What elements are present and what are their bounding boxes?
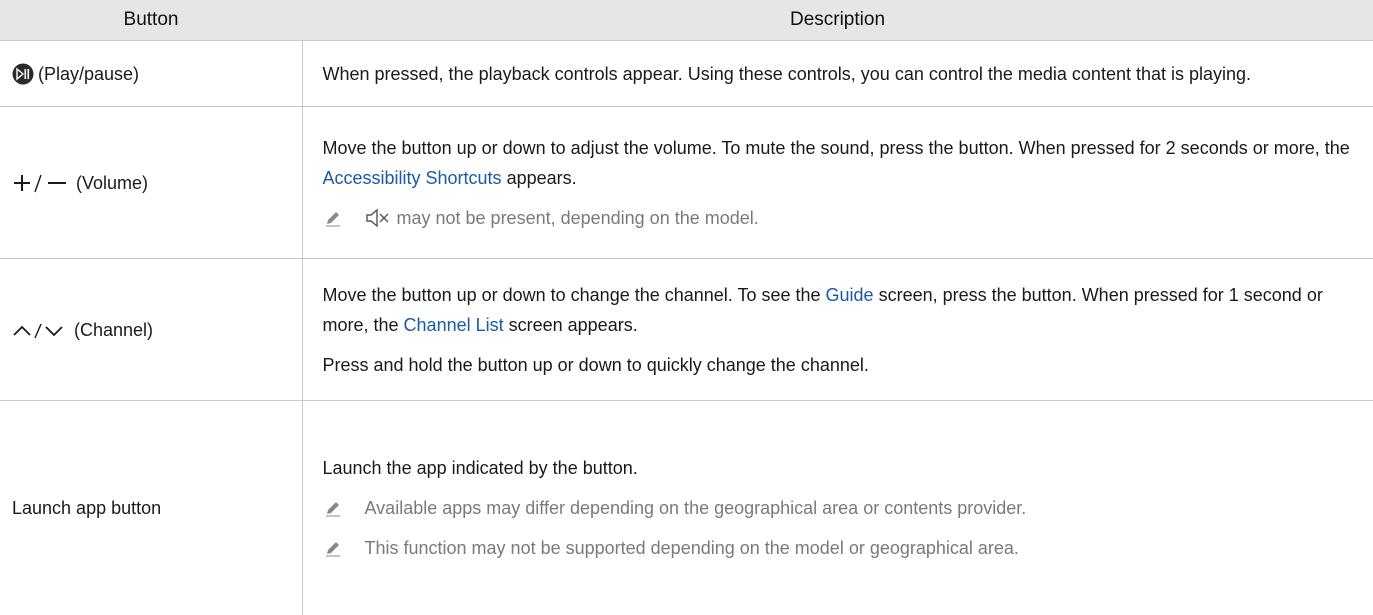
note: may not be present, depending on the mod… <box>323 203 1358 233</box>
pencil-note-icon <box>325 211 340 226</box>
description-text: Launch the app indicated by the button. <box>322 457 638 478</box>
description-cell: Move the button up or down to change the… <box>301 258 1373 401</box>
description-cell: Move the button up or down to adjust the… <box>301 106 1373 259</box>
table-header-row: Button Description <box>0 0 1373 41</box>
button-name: (Play/pause) <box>38 63 140 84</box>
channel-list-link[interactable]: Channel List <box>404 315 504 335</box>
button-name: Launch app button <box>12 497 162 518</box>
text-segment: screen appears. <box>503 314 638 335</box>
header-description: Description <box>302 0 1373 41</box>
plus-minus-icon <box>14 174 66 192</box>
button-cell: Launch app button <box>0 400 302 615</box>
pencil-note-icon <box>325 541 340 557</box>
pencil-note-icon <box>325 501 340 517</box>
button-cell: (Channel) <box>0 258 302 401</box>
description-text: Press and hold the button up or down to … <box>322 354 869 375</box>
note: Available apps may differ depending on t… <box>323 493 1358 523</box>
description-text: Move the button up or down to change the… <box>323 280 1358 340</box>
guide-link[interactable]: Guide <box>826 285 874 305</box>
up-down-chevron-icon <box>13 323 63 338</box>
mute-speaker-icon <box>365 208 388 227</box>
button-cell: (Play/pause) <box>0 40 302 107</box>
table-row: (Channel) Move the button up or down to … <box>0 258 1373 401</box>
table-row: (Play/pause) When pressed, the playback … <box>0 40 1373 107</box>
button-name: (Channel) <box>74 319 154 340</box>
note-text: Available apps may differ depending on t… <box>364 497 1027 518</box>
table-row: Launch app button Launch the app indicat… <box>0 400 1373 615</box>
text-segment: Move the button up or down to adjust the… <box>322 137 1350 158</box>
button-name: (Volume) <box>76 172 149 193</box>
text-segment: Move the button up or down to change the… <box>322 284 826 305</box>
button-description-table: Button Description (Play/pause) When pre… <box>0 0 1373 615</box>
accessibility-shortcuts-link[interactable]: Accessibility Shortcuts <box>323 168 502 188</box>
header-button: Button <box>0 0 302 41</box>
play-pause-icon <box>12 63 34 84</box>
description-cell: Launch the app indicated by the button. … <box>301 400 1373 615</box>
note-text: This function may not be supported depen… <box>364 537 1019 558</box>
description-text: Move the button up or down to adjust the… <box>323 133 1358 193</box>
note-text: may not be present, depending on the mod… <box>396 207 759 228</box>
note: This function may not be supported depen… <box>323 533 1358 563</box>
description-text: When pressed, the playback controls appe… <box>322 63 1252 84</box>
button-cell: (Volume) <box>0 106 302 259</box>
table-row: (Volume) Move the button up or down to a… <box>0 106 1373 259</box>
description-cell: When pressed, the playback controls appe… <box>301 40 1373 107</box>
text-segment: appears. <box>501 167 577 188</box>
